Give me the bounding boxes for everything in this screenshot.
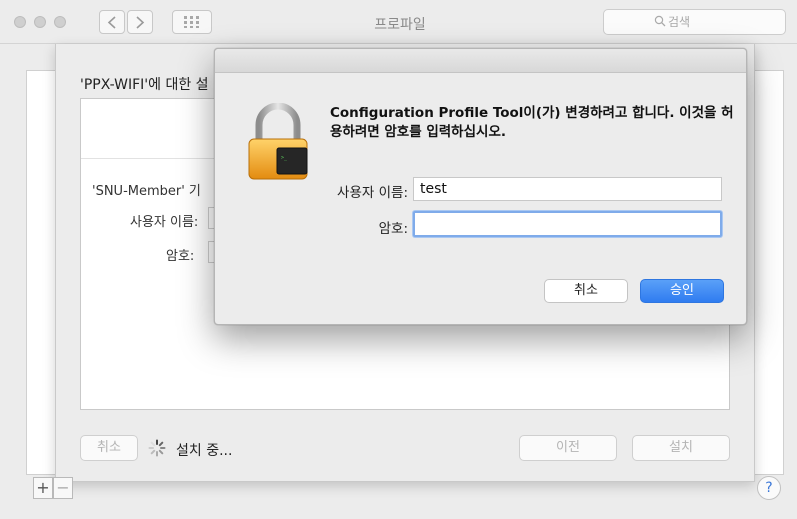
search-icon — [654, 15, 666, 27]
spinner-icon — [148, 439, 166, 457]
network-label: 'SNU-Member' 기 — [92, 184, 201, 199]
auth-dialog-titlebar — [215, 49, 746, 73]
search-placeholder: 검색 — [668, 15, 691, 29]
close-window-button[interactable] — [14, 16, 26, 28]
grid-icon — [184, 16, 199, 28]
username-field[interactable]: test — [413, 177, 722, 201]
password-field[interactable] — [413, 211, 722, 237]
installing-status: 설치 중... — [176, 443, 233, 459]
forward-button[interactable] — [127, 10, 153, 34]
window-title: 프로파일 — [374, 17, 426, 33]
lock-icon: >_ — [248, 103, 308, 180]
show-all-button[interactable] — [172, 10, 212, 34]
svg-text:>_: >_ — [281, 155, 288, 161]
add-profile-button[interactable]: + — [33, 477, 53, 499]
profile-detail-pane — [755, 70, 784, 475]
chevron-left-icon — [107, 16, 116, 29]
profile-list — [26, 70, 56, 475]
sheet-username-label: 사용자 이름: — [130, 215, 199, 230]
chevron-right-icon — [136, 16, 145, 29]
zoom-window-button[interactable] — [54, 16, 66, 28]
install-button[interactable]: 설치 — [632, 435, 730, 461]
previous-button[interactable]: 이전 — [519, 435, 617, 461]
sheet-password-label: 암호: — [166, 249, 195, 264]
remove-profile-button[interactable]: − — [53, 477, 73, 499]
back-button[interactable] — [99, 10, 125, 34]
cancel-button[interactable]: 취소 — [544, 279, 628, 303]
sheet-title: 'PPX-WIFI'에 대한 설 — [80, 77, 209, 93]
ok-button[interactable]: 승인 — [640, 279, 724, 303]
username-label: 사용자 이름: — [337, 185, 408, 201]
help-button[interactable]: ? — [757, 476, 781, 500]
password-label: 암호: — [378, 221, 408, 237]
auth-message: Configuration Profile Tool이(가) 변경하려고 합니다… — [330, 105, 734, 140]
sheet-cancel-button[interactable]: 취소 — [80, 435, 138, 461]
minimize-window-button[interactable] — [34, 16, 46, 28]
search-field[interactable] — [603, 9, 786, 35]
